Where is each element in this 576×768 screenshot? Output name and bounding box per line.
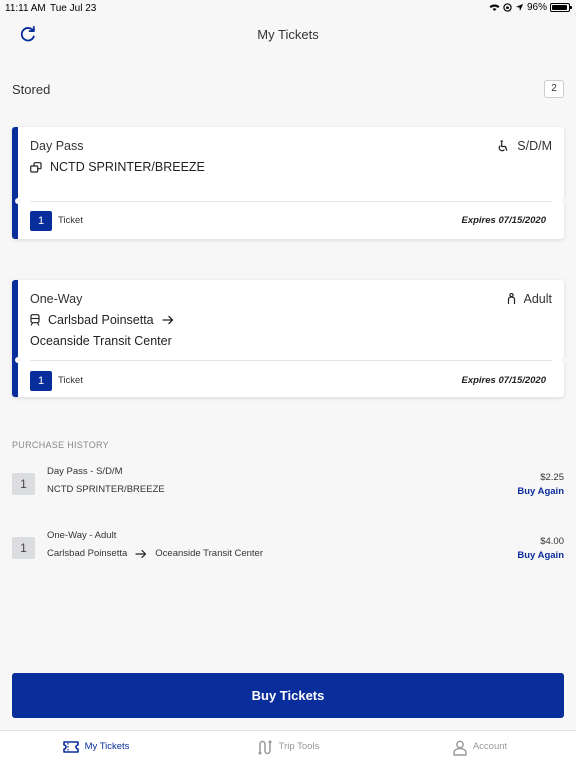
rider-category: Adult [523, 292, 553, 306]
status-date: Tue Jul 23 [50, 3, 97, 14]
history-ticket-type: Day Pass - S/D/M [47, 466, 123, 477]
route-icon [258, 740, 272, 755]
history-item: 1 One-Way - Adult Carlsbad Poinsetta Oce… [12, 530, 564, 574]
route-name: NCTD SPRINTER/BREEZE [50, 160, 205, 174]
ticket-expiry: Expires 07/15/2020 [461, 375, 546, 386]
stored-count-badge: 2 [544, 80, 564, 98]
ticket-type: One-Way [30, 292, 83, 306]
ticket-rider: Adult [507, 292, 553, 306]
ticket-route: NCTD SPRINTER/BREEZE [30, 160, 205, 174]
purchase-history-header: PURCHASE HISTORY [12, 440, 109, 450]
status-bar: 11:11 AM Tue Jul 23 96% [0, 0, 576, 16]
status-indicators: 96% [489, 2, 572, 13]
account-icon [453, 740, 467, 756]
card-notch [15, 357, 21, 363]
transfer-icon [30, 161, 42, 173]
history-quantity: 1 [12, 473, 35, 495]
status-time: 11:11 AM [5, 3, 46, 14]
ticket-unit-label: Ticket [58, 375, 83, 386]
ticket-quantity: 1 [30, 211, 52, 231]
ticket-card-one-way[interactable]: One-Way Adult Carlsbad Poinsetta Oceansi… [12, 280, 567, 397]
card-divider [30, 201, 552, 202]
buy-again-button[interactable]: Buy Again [517, 550, 564, 561]
nav-bar: My Tickets [0, 18, 576, 52]
wifi-icon [489, 4, 500, 11]
ticket-quantity: 1 [30, 371, 52, 391]
history-ticket-type: One-Way - Adult [47, 530, 117, 541]
ticket-footer: 1 Ticket Expires 07/15/2020 [30, 211, 552, 231]
history-route: Carlsbad Poinsetta Oceanside Transit Cen… [47, 548, 263, 559]
tab-bar: My Tickets Trip Tools Account [0, 730, 576, 768]
battery-percent: 96% [526, 2, 547, 13]
tab-label: My Tickets [84, 741, 130, 752]
history-route-name: NCTD SPRINTER/BREEZE [47, 484, 165, 495]
card-notch [561, 357, 567, 363]
stored-label: Stored [12, 82, 51, 97]
history-route-origin: Carlsbad Poinsetta [47, 548, 128, 559]
history-route: NCTD SPRINTER/BREEZE [47, 484, 165, 495]
train-icon [30, 314, 40, 326]
history-route-destination: Oceanside Transit Center [155, 548, 264, 559]
stored-section-header: Stored 2 [12, 80, 564, 100]
tab-account[interactable]: Account [384, 731, 576, 768]
arrow-right-icon [161, 315, 173, 325]
tab-my-tickets[interactable]: My Tickets [0, 731, 192, 768]
history-item: 1 Day Pass - S/D/M NCTD SPRINTER/BREEZE … [12, 466, 564, 510]
lock-rotation-icon [503, 3, 512, 12]
history-price: $2.25 [540, 472, 564, 483]
ticket-route-destination: Oceanside Transit Center [30, 334, 172, 348]
card-divider [30, 360, 552, 361]
ticket-type: Day Pass [30, 139, 84, 153]
arrow-right-icon [135, 549, 147, 558]
ticket-expiry: Expires 07/15/2020 [461, 215, 546, 226]
history-quantity: 1 [12, 537, 35, 559]
ticket-route-origin: Carlsbad Poinsetta [30, 313, 174, 327]
history-price: $4.00 [540, 536, 564, 547]
location-arrow-icon [515, 3, 524, 12]
ticket-unit-label: Ticket [58, 215, 83, 226]
card-notch [561, 198, 567, 204]
ticket-footer: 1 Ticket Expires 07/15/2020 [30, 371, 552, 391]
ticket-icon [62, 741, 79, 753]
buy-again-button[interactable]: Buy Again [517, 486, 564, 497]
tab-label: Account [472, 741, 508, 752]
ticket-card-day-pass[interactable]: Day Pass S/D/M NCTD SPRINTER/BREEZE 1 Ti… [12, 127, 567, 239]
ticket-rider: S/D/M [498, 139, 552, 153]
person-icon [507, 293, 515, 304]
rider-category: S/D/M [517, 139, 552, 153]
route-destination: Oceanside Transit Center [30, 334, 172, 348]
route-origin: Carlsbad Poinsetta [48, 313, 154, 327]
page-title: My Tickets [257, 27, 319, 42]
wheelchair-icon [498, 140, 508, 152]
tab-trip-tools[interactable]: Trip Tools [192, 731, 384, 768]
card-notch [15, 198, 21, 204]
buy-tickets-button[interactable]: Buy Tickets [12, 673, 564, 718]
tab-label: Trip Tools [278, 741, 320, 752]
battery-icon [550, 3, 572, 12]
